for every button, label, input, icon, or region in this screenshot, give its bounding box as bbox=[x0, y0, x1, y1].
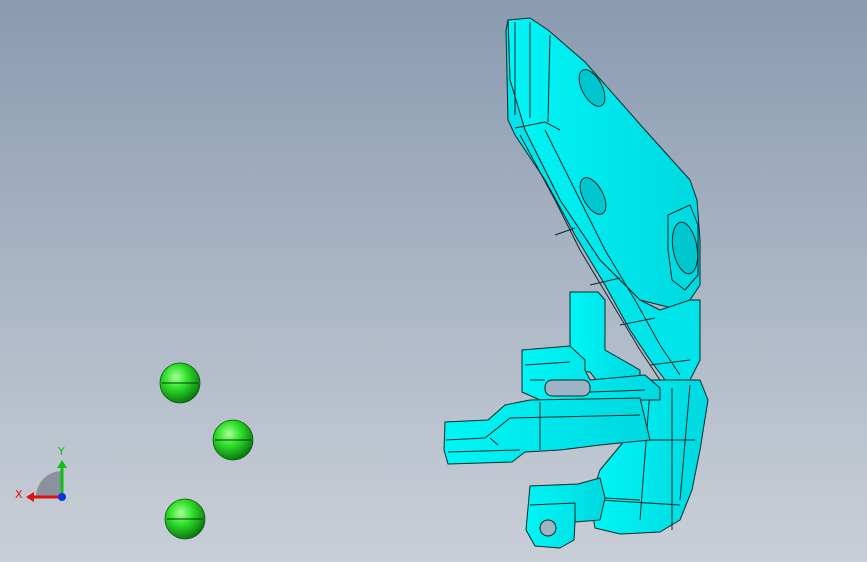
bottom-hook bbox=[525, 477, 606, 549]
sphere-marker-1[interactable] bbox=[159, 362, 201, 404]
y-axis-label: Y bbox=[57, 445, 65, 458]
x-axis-arrow-icon bbox=[26, 492, 34, 502]
middle-arm-slot bbox=[544, 379, 591, 397]
y-axis-arrow-icon bbox=[57, 460, 67, 468]
hook-hole bbox=[539, 519, 557, 537]
3d-viewport[interactable]: X Y bbox=[0, 0, 867, 562]
triad-plane-icon bbox=[36, 471, 62, 497]
z-axis-dot-icon bbox=[58, 493, 66, 501]
sphere-marker-2[interactable] bbox=[212, 419, 254, 461]
sphere-marker-3[interactable] bbox=[164, 498, 206, 540]
x-axis-label: X bbox=[15, 488, 23, 501]
marker-group bbox=[159, 362, 254, 540]
axis-triad: X Y bbox=[15, 445, 67, 502]
bracket-part[interactable] bbox=[443, 17, 709, 549]
scene: X Y bbox=[15, 17, 709, 549]
